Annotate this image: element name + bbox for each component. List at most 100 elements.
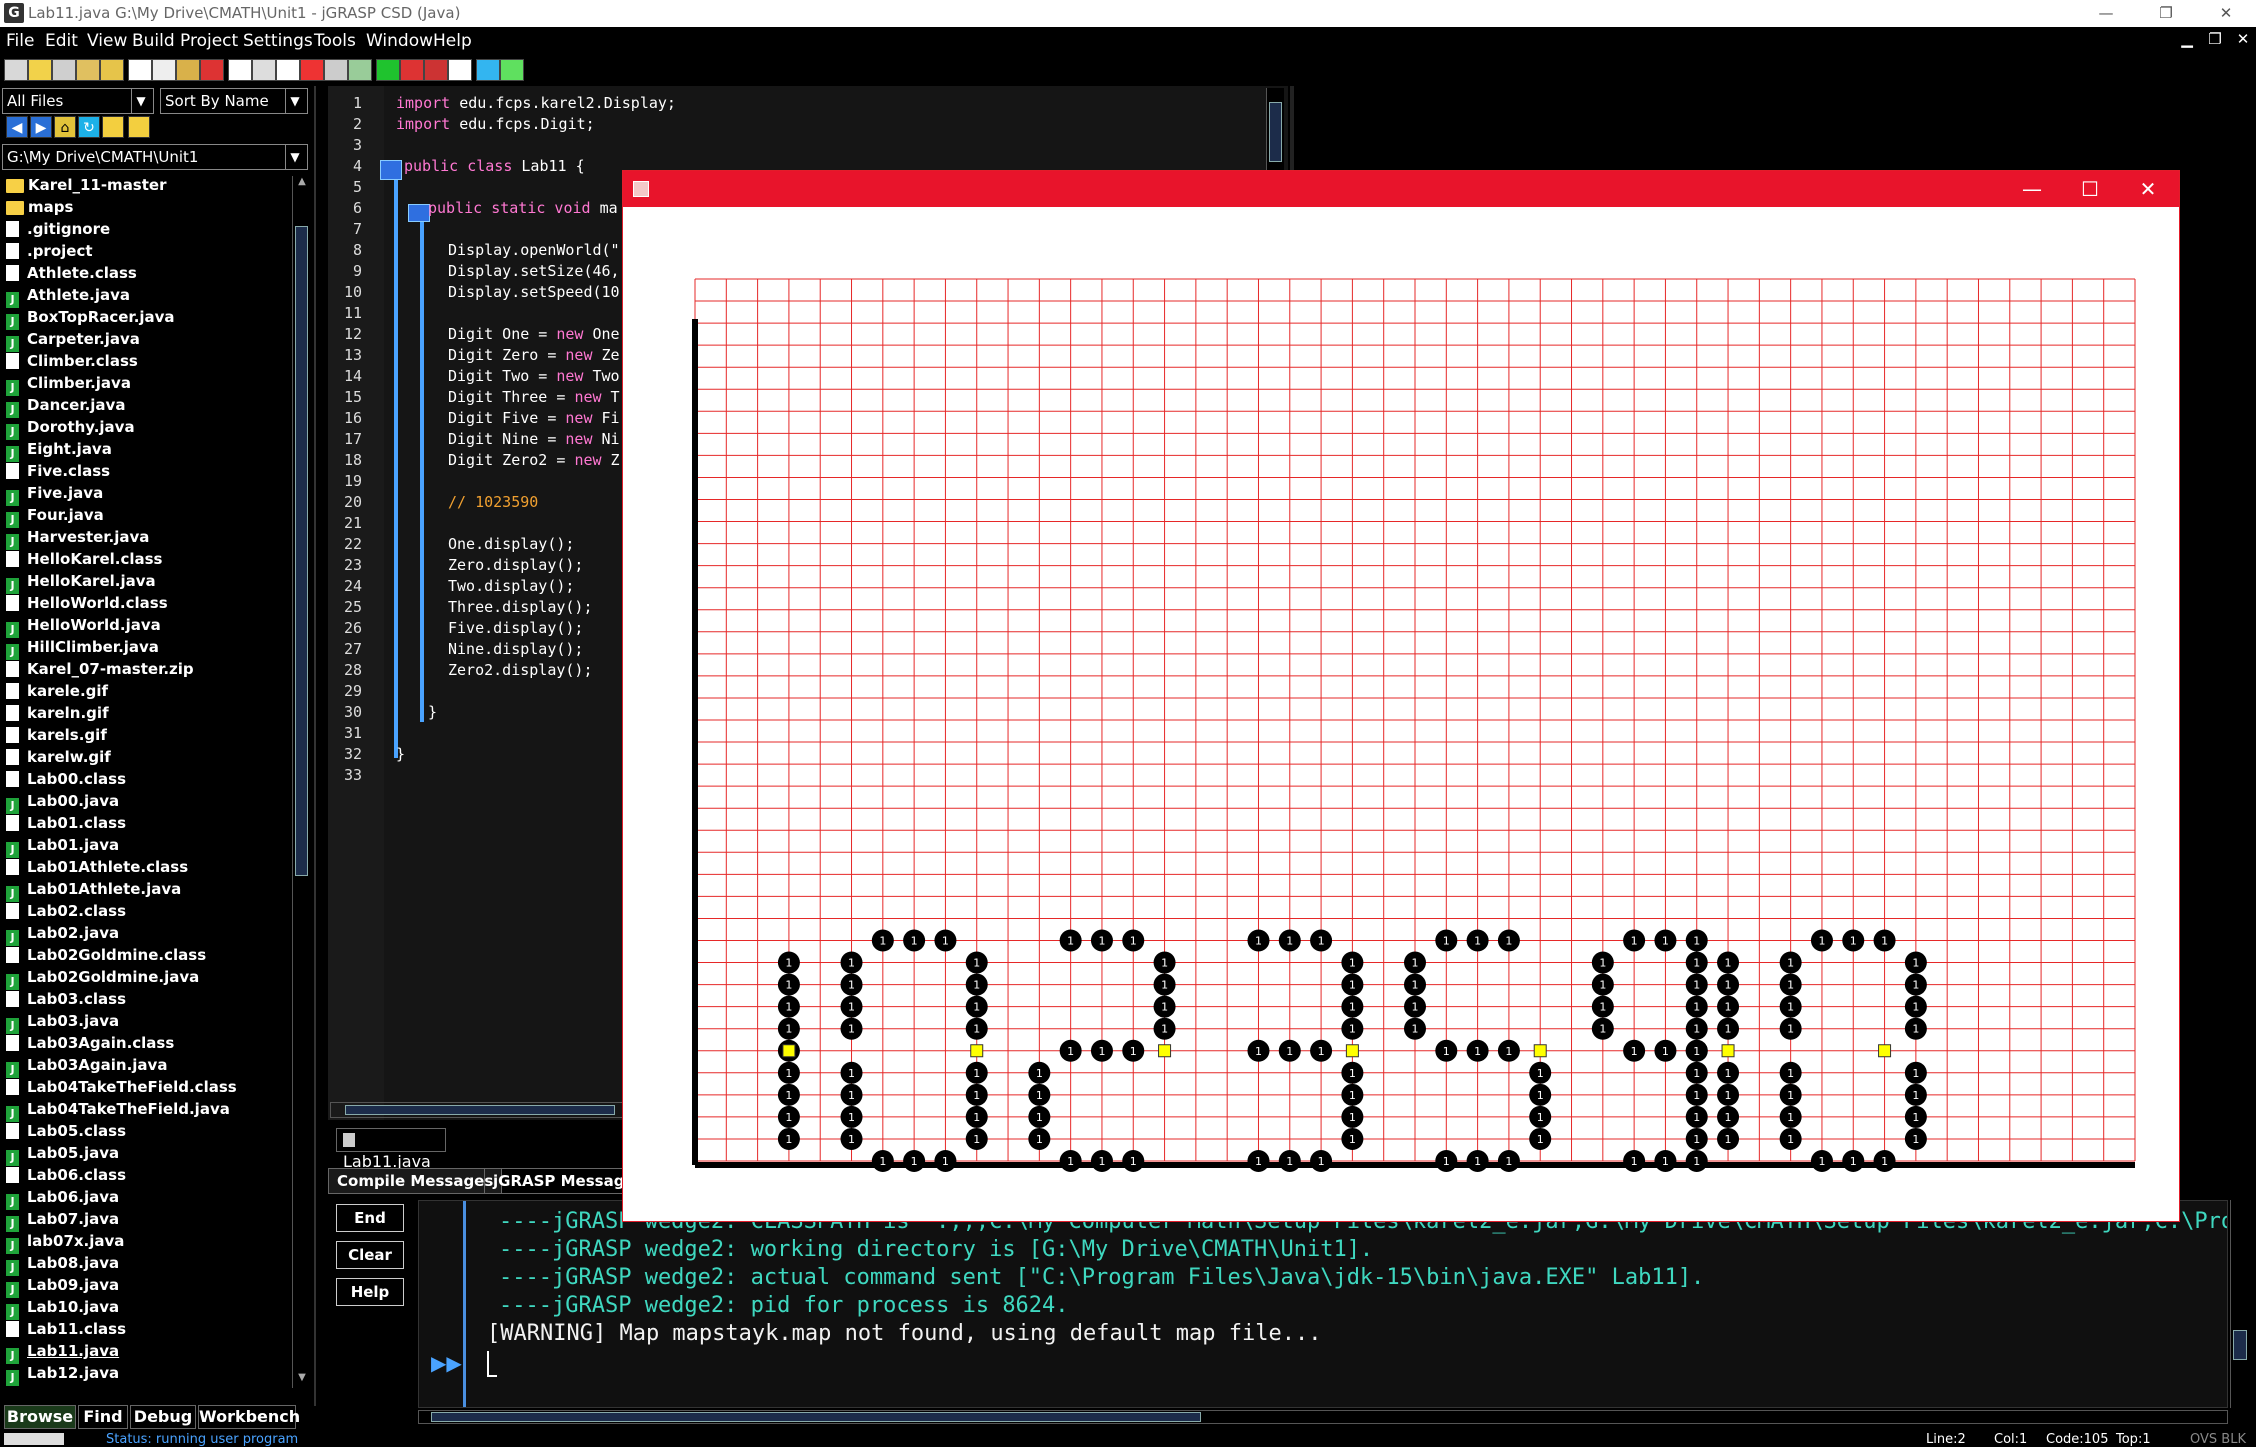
remove-csd-icon[interactable] [324, 59, 348, 81]
file-item[interactable]: J Lab03.java [6, 1012, 119, 1034]
editor-file-tab[interactable]: Lab11.java [336, 1128, 446, 1171]
menu-view[interactable]: View [87, 31, 127, 51]
file-item[interactable]: J Lab04TakeTheField.java [6, 1100, 230, 1122]
menu-window[interactable]: Window [366, 31, 433, 51]
save-icon[interactable] [52, 59, 76, 81]
file-item[interactable]: Lab04TakeTheField.class [6, 1078, 237, 1100]
debug-bug-icon[interactable] [424, 59, 448, 81]
menu-file[interactable]: File [6, 31, 34, 51]
file-item[interactable]: J Lab05.java [6, 1144, 119, 1166]
refresh-icon[interactable]: ↻ [78, 116, 100, 138]
undo-icon[interactable] [200, 59, 224, 81]
file-item[interactable]: maps [6, 198, 73, 220]
interactions-icon[interactable] [476, 59, 500, 81]
file-item[interactable]: J Lab10.java [6, 1298, 119, 1320]
file-item[interactable]: J Lab03Again.java [6, 1056, 167, 1078]
file-item[interactable]: J BoxTopRacer.java [6, 308, 175, 330]
file-item[interactable]: J Dancer.java [6, 396, 125, 418]
file-item[interactable]: J Lab07.java [6, 1210, 119, 1232]
cut-icon[interactable] [128, 59, 152, 81]
file-filter-select[interactable]: All Files ▼ [2, 88, 154, 114]
close-icon[interactable]: ✕ [2119, 171, 2177, 207]
file-item[interactable]: Five.class [6, 462, 110, 484]
scroll-up-icon[interactable]: ▲ [295, 176, 309, 190]
path-select[interactable]: G:\My Drive\CMATH\Unit1 ▼ [2, 144, 308, 170]
file-item[interactable]: Lab06.class [6, 1166, 126, 1188]
file-item[interactable]: J Lab01Athlete.java [6, 880, 181, 902]
console-scrollbar[interactable] [2230, 1200, 2250, 1408]
tab-compile-messages[interactable]: Compile Messages [328, 1168, 503, 1194]
editor-scroll-thumb[interactable] [1269, 102, 1282, 162]
file-item[interactable]: J Four.java [6, 506, 104, 528]
file-item[interactable]: .project [6, 242, 93, 264]
compile-plus-icon[interactable] [376, 59, 400, 81]
tab-workbench[interactable]: Workbench [198, 1405, 300, 1429]
open-folder-icon[interactable] [28, 59, 52, 81]
sort-select[interactable]: Sort By Name ▼ [160, 88, 308, 114]
karel-world-window[interactable]: — ☐ ✕ 1111111111111111111111111111111111… [622, 170, 2180, 1222]
console-hscroll-thumb[interactable] [431, 1412, 1201, 1422]
karel-window-titlebar[interactable]: — ☐ ✕ [623, 171, 2179, 207]
editor-hscrollbar[interactable] [330, 1102, 630, 1118]
file-item[interactable]: J Harvester.java [6, 528, 149, 550]
menu-project[interactable]: Project [180, 31, 238, 51]
file-item[interactable]: Lab02Goldmine.class [6, 946, 206, 968]
menu-edit[interactable]: Edit [45, 31, 78, 51]
file-item[interactable]: J Carpeter.java [6, 330, 140, 352]
file-item[interactable]: J Lab08.java [6, 1254, 119, 1276]
file-item[interactable]: J Dorothy.java [6, 418, 135, 440]
run-icon[interactable] [400, 59, 424, 81]
file-item[interactable]: Lab03.class [6, 990, 126, 1012]
file-item[interactable]: HelloWorld.class [6, 594, 168, 616]
file-item[interactable]: J Climber.java [6, 374, 131, 396]
file-item[interactable]: .gitignore [6, 220, 110, 242]
help-button[interactable]: Help [336, 1278, 404, 1306]
copy-icon[interactable] [152, 59, 176, 81]
save-all-icon[interactable] [76, 59, 100, 81]
file-item[interactable]: Lab01Athlete.class [6, 858, 188, 880]
clear-button[interactable]: Clear [336, 1241, 404, 1269]
new-folder-icon[interactable] [102, 116, 124, 138]
file-item[interactable]: J Lab02Goldmine.java [6, 968, 199, 990]
menu-tools[interactable]: Tools [314, 31, 356, 51]
scroll-down-icon[interactable]: ▼ [295, 1372, 309, 1386]
end-button[interactable]: End [336, 1204, 404, 1232]
file-item[interactable]: J Lab11.java [6, 1342, 119, 1364]
workbench-icon[interactable] [500, 59, 524, 81]
menu-settings[interactable]: Settings [243, 31, 313, 51]
mdi-minimize-icon[interactable]: ▁ [2176, 30, 2198, 52]
doc-icon[interactable] [228, 59, 252, 81]
back-arrow-icon[interactable]: ◀ [6, 116, 28, 138]
console-scroll-thumb[interactable] [2233, 1330, 2247, 1360]
file-item[interactable]: J Athlete.java [6, 286, 130, 308]
doc-list-icon[interactable] [252, 59, 276, 81]
file-item[interactable]: karelw.gif [6, 748, 111, 770]
menu-help[interactable]: Help [433, 31, 472, 51]
file-item[interactable]: karele.gif [6, 682, 108, 704]
file-item[interactable]: Jlab07x.java [6, 1232, 124, 1254]
file-item[interactable]: Lab11.class [6, 1320, 126, 1342]
file-item[interactable]: Karel_07-master.zip [6, 660, 194, 682]
maximize-icon[interactable]: ☐ [2061, 171, 2119, 207]
file-item[interactable]: Lab03Again.class [6, 1034, 174, 1056]
minimize-icon[interactable]: — [2076, 0, 2136, 27]
file-item[interactable]: Athlete.class [6, 264, 137, 286]
tab-browse[interactable]: Browse [4, 1405, 76, 1429]
file-item[interactable]: J HillClimber.java [6, 638, 159, 660]
paste-icon[interactable] [176, 59, 200, 81]
close-icon[interactable]: ✕ [2196, 0, 2256, 27]
file-item[interactable]: J Lab09.java [6, 1276, 119, 1298]
file-item[interactable]: Lab05.class [6, 1122, 126, 1144]
mdi-close-icon[interactable]: ✕ [2232, 30, 2254, 52]
file-item[interactable]: Karel_11-master [6, 176, 166, 198]
run-io-console[interactable]: ----jGRASP wedge2: CLASSPATH is ".;;;C:\… [418, 1200, 2228, 1408]
file-item[interactable]: kareln.gif [6, 704, 109, 726]
maximize-icon[interactable]: ❐ [2136, 0, 2196, 27]
home-folder-icon[interactable]: ⌂ [54, 116, 76, 138]
file-item[interactable]: J Lab12.java [6, 1364, 119, 1386]
file-item[interactable]: Lab00.class [6, 770, 126, 792]
file-item[interactable]: J Lab00.java [6, 792, 119, 814]
file-item[interactable]: Lab02.class [6, 902, 126, 924]
file-item[interactable]: J HelloKarel.java [6, 572, 156, 594]
mdi-restore-icon[interactable]: ❐ [2204, 30, 2226, 52]
